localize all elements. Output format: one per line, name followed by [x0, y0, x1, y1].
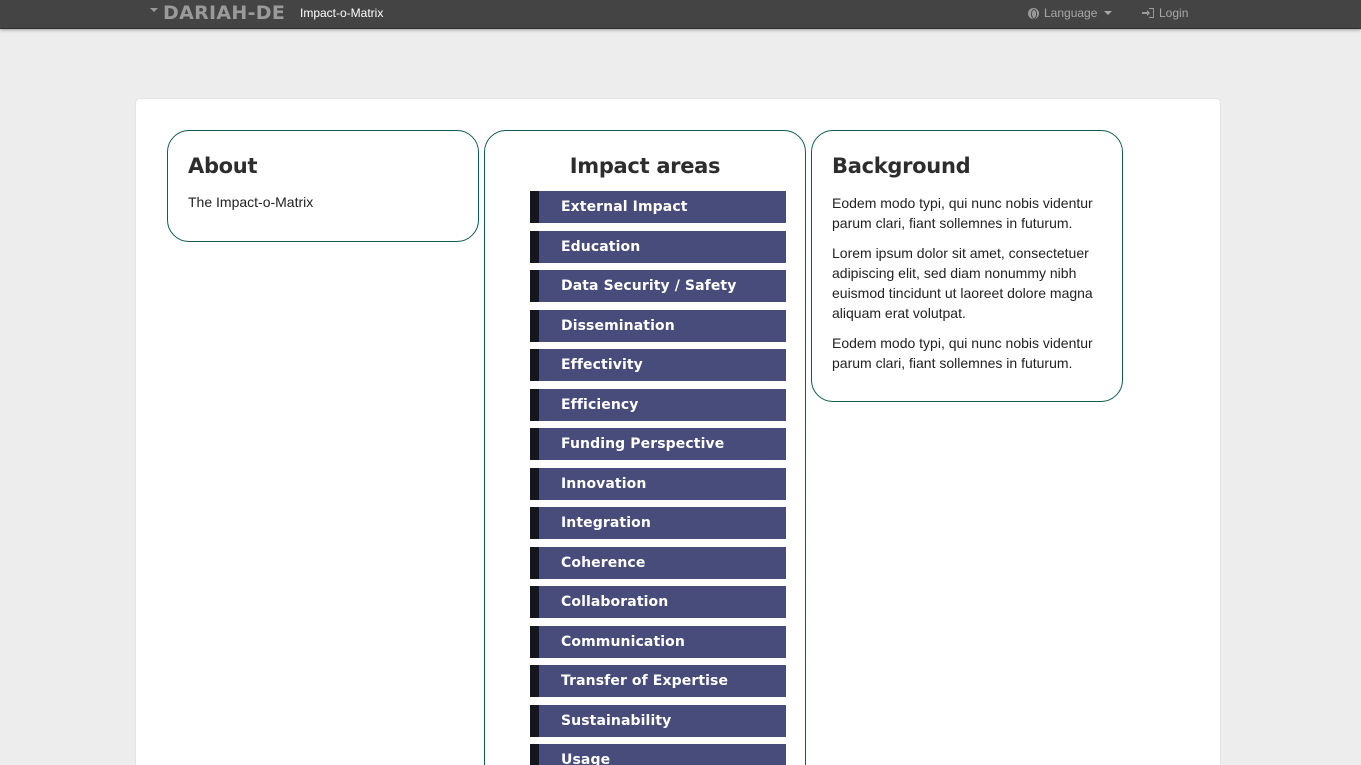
impact-areas-list: External Impact Education Data Security … [530, 191, 786, 765]
impact-area-item[interactable]: Sustainability [530, 704, 786, 737]
background-card: Background Eodem modo typi, qui nunc nob… [811, 130, 1123, 402]
background-paragraph: Lorem ipsum dolor sit amet, consectetuer… [832, 245, 1093, 321]
top-navbar: DARIAH-DE Impact-o-Matrix Language Login [0, 0, 1361, 29]
impact-area-item[interactable]: Collaboration [530, 586, 786, 618]
brand-name: DARIAH-DE [163, 2, 286, 24]
language-label: Language [1044, 6, 1098, 20]
impact-area-label: Funding Perspective [561, 436, 725, 452]
caret-down-icon [150, 8, 158, 12]
impact-area-label: Collaboration [561, 594, 669, 610]
impact-area-item[interactable]: Innovation [530, 467, 786, 500]
impact-area-label: Sustainability [561, 712, 672, 729]
impact-area-item[interactable]: Effectivity [530, 349, 786, 381]
background-paragraph: Eodem modo typi, qui nunc nobis videntur… [832, 335, 1093, 371]
about-title: About [188, 154, 258, 178]
login-link[interactable]: Login [1142, 6, 1188, 20]
impact-area-item[interactable]: Usage [530, 744, 786, 765]
login-label: Login [1159, 6, 1189, 20]
language-menu[interactable]: Language [1028, 6, 1113, 20]
about-card: About The Impact-o-Matrix [167, 130, 479, 242]
impact-area-item[interactable]: Funding Perspective [530, 428, 786, 460]
impact-area-label: Dissemination [561, 317, 675, 334]
impact-area-item[interactable]: Transfer of Expertise [530, 665, 786, 697]
globe-icon [1028, 7, 1039, 19]
impact-area-label: Effectivity [561, 357, 643, 373]
impact-areas-title: Impact areas [569, 154, 721, 178]
impact-area-item[interactable]: External Impact [530, 191, 786, 223]
impact-area-label: Communication [561, 633, 685, 650]
impact-area-label: Usage [561, 752, 611, 765]
impact-area-item[interactable]: Education [530, 230, 786, 263]
chevron-down-icon [1104, 11, 1113, 15]
background-paragraph: Eodem modo typi, qui nunc nobis videntur… [832, 195, 1093, 231]
about-text: The Impact-o-Matrix [188, 194, 314, 210]
app-title-link[interactable]: Impact-o-Matrix [300, 6, 383, 20]
impact-area-item[interactable]: Efficiency [530, 388, 786, 421]
impact-area-item[interactable]: Communication [530, 625, 786, 658]
impact-area-label: Data Security / Safety [561, 278, 737, 294]
impact-area-item[interactable]: Dissemination [530, 309, 786, 342]
background-title: Background [832, 154, 971, 178]
impact-area-label: Efficiency [561, 396, 639, 413]
impact-area-label: Coherence [561, 554, 646, 571]
background-text: Eodem modo typi, qui nunc nobis videntur… [832, 193, 1112, 383]
impact-area-label: Transfer of Expertise [561, 673, 729, 689]
impact-area-label: Innovation [561, 475, 647, 492]
impact-area-label: External Impact [561, 199, 688, 215]
brand-menu[interactable]: DARIAH-DE [150, 1, 285, 25]
impact-area-label: Education [561, 238, 641, 255]
login-icon [1142, 8, 1154, 18]
impact-area-item[interactable]: Integration [530, 507, 786, 539]
impact-areas-card: Impact areas External Impact Education D… [484, 130, 806, 765]
impact-area-label: Integration [561, 515, 651, 531]
impact-area-item[interactable]: Coherence [530, 546, 786, 579]
impact-area-item[interactable]: Data Security / Safety [530, 270, 786, 302]
